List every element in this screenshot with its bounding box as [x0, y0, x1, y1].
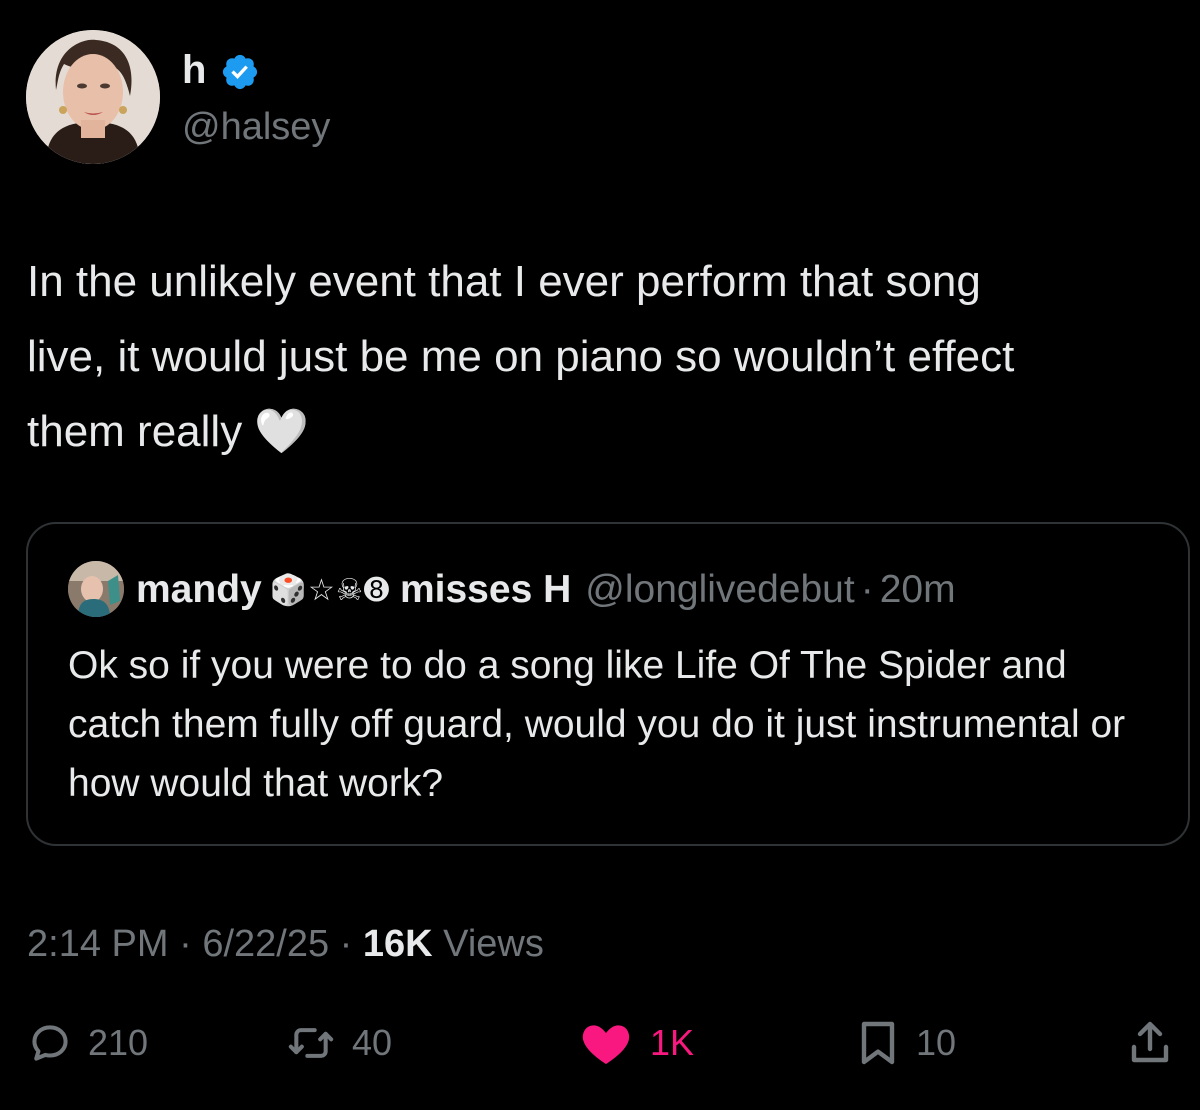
author-display-name[interactable]: h [182, 46, 206, 94]
quoted-author-name[interactable]: mandy [136, 568, 262, 612]
tweet-text: In the unlikely event that I ever perfor… [27, 257, 1015, 456]
retweet-button[interactable]: 40 [286, 1016, 392, 1070]
reply-count: 210 [88, 1022, 149, 1063]
share-icon [1131, 1021, 1169, 1063]
quoted-tweet-header: mandy 🎲☆☠➑ misses H @longlivedebut · 20m [136, 564, 956, 616]
meta-separator: · [339, 923, 353, 965]
quoted-author-name-suffix[interactable]: misses H [400, 568, 571, 612]
reply-icon [32, 1025, 68, 1061]
retweet-icon [288, 1028, 334, 1058]
quoted-author-handle[interactable]: @longlivedebut [585, 568, 854, 612]
views-count[interactable]: 16K [363, 923, 433, 965]
bookmark-icon [861, 1021, 895, 1065]
views-label: Views [443, 923, 544, 965]
tweet-time[interactable]: 2:14 PM [27, 923, 169, 965]
author-handle[interactable]: @halsey [182, 104, 330, 150]
bookmark-count: 10 [916, 1022, 957, 1063]
reply-button[interactable]: 210 [28, 1016, 148, 1070]
tweet-meta: 2:14 PM · 6/22/25 · 16K Views [27, 920, 544, 968]
author-avatar-image [26, 30, 160, 164]
quoted-timestamp[interactable]: 20m [880, 568, 956, 612]
like-count: 1K [650, 1022, 695, 1063]
author-avatar[interactable] [26, 30, 160, 164]
quoted-author-avatar-image [68, 561, 124, 617]
heart-icon [582, 1025, 630, 1064]
bookmark-button[interactable]: 10 [856, 1016, 956, 1070]
quoted-author-name-emojis: 🎲☆☠➑ [269, 572, 390, 608]
quoted-separator: · [860, 568, 874, 611]
like-button[interactable]: 1K [578, 1016, 694, 1070]
meta-separator: · [179, 923, 192, 965]
verified-badge-icon [222, 54, 258, 90]
retweet-count: 40 [352, 1022, 393, 1063]
quoted-tweet-text: Ok so if you were to do a song like Life… [68, 644, 1126, 805]
quoted-tweet-card[interactable]: mandy 🎲☆☠➑ misses H @longlivedebut · 20m… [26, 522, 1190, 846]
share-button[interactable] [1128, 1016, 1172, 1070]
quoted-author-avatar[interactable] [68, 561, 124, 617]
tweet-date[interactable]: 6/22/25 [202, 923, 329, 965]
